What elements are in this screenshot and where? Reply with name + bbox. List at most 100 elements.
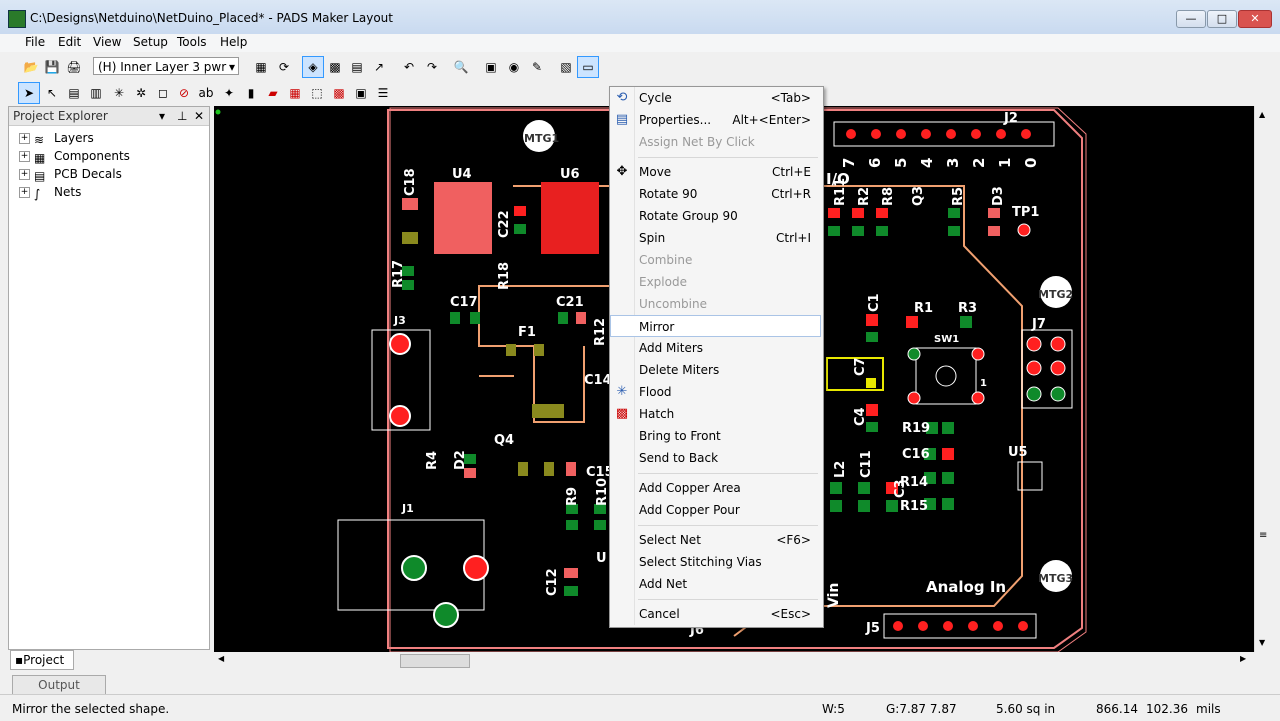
undo-icon[interactable]: ↶ xyxy=(398,56,420,78)
menu-mirror[interactable]: Mirror xyxy=(610,315,821,337)
expand-icon[interactable]: + xyxy=(19,133,30,144)
select-mode-icon[interactable]: ↖ xyxy=(41,82,63,104)
cam-icon[interactable]: ▧ xyxy=(555,56,577,78)
layers-setup-icon[interactable]: ▦ xyxy=(250,56,272,78)
menu-delete-miters[interactable]: Delete Miters xyxy=(610,359,821,381)
save-icon[interactable]: 💾 xyxy=(41,56,63,78)
sw1-pad-2 xyxy=(971,347,985,361)
flood-tool-icon[interactable]: ✳ xyxy=(108,82,130,104)
vertical-scrollbar[interactable]: ▲ ≡ ▼ xyxy=(1254,106,1271,652)
hatch-icon: ▩ xyxy=(615,406,629,421)
menu-combine[interactable]: Combine xyxy=(610,249,821,271)
menu-rotate-90[interactable]: Rotate 90 Ctrl+R xyxy=(610,183,821,205)
close-button[interactable]: ✕ xyxy=(1238,10,1272,28)
layer-select[interactable]: (H) Inner Layer 3 pwr ▾ xyxy=(93,57,239,75)
refresh-icon[interactable]: ⟳ xyxy=(273,56,295,78)
report-icon[interactable]: ▣ xyxy=(350,82,372,104)
minimize-button[interactable]: — xyxy=(1176,10,1206,28)
label-c7: C7 xyxy=(853,357,868,376)
menu-bring-to-front[interactable]: Bring to Front xyxy=(610,425,821,447)
menu-cancel[interactable]: Cancel <Esc> xyxy=(610,603,821,625)
context-menu: ⟲ Cycle <Tab> ▤ Properties... Alt+<Enter> As… xyxy=(609,86,824,628)
label-d3: D3 xyxy=(991,186,1006,206)
menu-assign-net-by-click[interactable]: Assign Net By Click xyxy=(610,131,821,153)
list-icon[interactable]: ☰ xyxy=(372,82,394,104)
menu-tools[interactable]: Tools xyxy=(177,35,207,49)
menu-view[interactable]: View xyxy=(93,35,121,49)
scroll-grip-icon[interactable]: ≡ xyxy=(1259,530,1267,541)
keepout-icon[interactable]: ✲ xyxy=(130,82,152,104)
output-window-tab[interactable]: Output Window xyxy=(12,675,106,710)
scroll-left-icon[interactable]: ◀ xyxy=(218,654,224,663)
drafting-icon[interactable]: ▤ xyxy=(346,56,368,78)
open-icon[interactable]: 📂 xyxy=(20,56,42,78)
menu-add-net[interactable]: Add Net xyxy=(610,573,821,595)
drc-icon[interactable]: ▩ xyxy=(328,82,350,104)
menu-add-copper-area[interactable]: Add Copper Area xyxy=(610,477,821,499)
copper-icon[interactable]: ▤ xyxy=(63,82,85,104)
menu-hatch[interactable]: ▩ Hatch xyxy=(610,403,821,425)
label-u: U xyxy=(596,551,607,566)
grid-icon[interactable]: ▩ xyxy=(324,56,346,78)
panel-menu-icon[interactable]: ▾ xyxy=(159,107,165,125)
menu-explode[interactable]: Explode xyxy=(610,271,821,293)
board-outline-icon[interactable]: ◻ xyxy=(152,82,174,104)
component-icon[interactable]: ▮ xyxy=(240,82,262,104)
expand-icon[interactable]: + xyxy=(19,151,30,162)
via-icon[interactable]: ▦ xyxy=(284,82,306,104)
no-entry-icon[interactable]: ⊘ xyxy=(173,82,195,104)
maximize-button[interactable]: □ xyxy=(1207,10,1237,28)
redo-icon[interactable]: ↷ xyxy=(421,56,443,78)
menu-select-net[interactable]: Select Net <F6> xyxy=(610,529,821,551)
scroll-down-icon[interactable]: ▼ xyxy=(1259,638,1265,647)
menu-send-to-back[interactable]: Send to Back xyxy=(610,447,821,469)
components-icon: ▦ xyxy=(34,150,46,165)
menu-label: Hatch xyxy=(639,407,675,421)
expand-icon[interactable]: + xyxy=(19,169,30,180)
tree-item-components[interactable]: + ▦ Components xyxy=(19,149,130,165)
menu-spin[interactable]: Spin Ctrl+I xyxy=(610,227,821,249)
scroll-thumb[interactable] xyxy=(400,654,470,668)
tree-item-nets[interactable]: + ∫ Nets xyxy=(19,185,81,201)
pin-icon[interactable]: ⊥ xyxy=(177,107,187,125)
redraw-icon[interactable]: ✎ xyxy=(526,56,548,78)
menu-help[interactable]: Help xyxy=(220,35,247,49)
menu-select-stitching-vias[interactable]: Select Stitching Vias xyxy=(610,551,821,573)
menu-properties[interactable]: ▤ Properties... Alt+<Enter> xyxy=(610,109,821,131)
menu-flood[interactable]: ✳ Flood xyxy=(610,381,821,403)
design-toolbar-icon[interactable]: ◈ xyxy=(302,56,324,78)
menu-uncombine[interactable]: Uncombine xyxy=(610,293,821,315)
print-icon[interactable]: 🖨 xyxy=(63,56,85,78)
text-icon[interactable]: ab xyxy=(195,82,217,104)
expand-icon[interactable]: + xyxy=(19,187,30,198)
menu-edit[interactable]: Edit xyxy=(58,35,81,49)
route-icon[interactable]: ↗ xyxy=(368,56,390,78)
select-arrow-icon[interactable]: ➤ xyxy=(18,82,40,104)
label-pin-7: 7 xyxy=(840,158,858,168)
trace-icon[interactable]: ▰ xyxy=(262,82,284,104)
label-sw1: SW1 xyxy=(934,334,959,345)
view-extents-icon[interactable]: ◉ xyxy=(503,56,525,78)
view-board-icon[interactable]: ▣ xyxy=(480,56,502,78)
menu-cycle[interactable]: ⟲ Cycle <Tab> xyxy=(610,87,821,109)
scroll-up-icon[interactable]: ▲ xyxy=(1259,110,1265,119)
tree-item-layers[interactable]: + ≋ Layers xyxy=(19,131,94,147)
move-tool-icon[interactable]: ⬚ xyxy=(306,82,328,104)
horizontal-scrollbar[interactable]: ◀ ▶ xyxy=(214,652,1254,668)
menu-rotate-group-90[interactable]: Rotate Group 90 xyxy=(610,205,821,227)
scroll-right-icon[interactable]: ▶ xyxy=(1240,654,1246,663)
tree-item-pcb-decals[interactable]: + ▤ PCB Decals xyxy=(19,167,122,183)
zoom-icon[interactable]: 🔍 xyxy=(450,56,472,78)
menu-file[interactable]: File xyxy=(25,35,45,49)
project-tab[interactable]: ▪Project xyxy=(10,650,74,670)
menu-add-miters[interactable]: Add Miters xyxy=(610,337,821,359)
pour-icon[interactable]: ▥ xyxy=(85,82,107,104)
window-toggle-icon[interactable]: ▭ xyxy=(577,56,599,78)
menu-add-copper-pour[interactable]: Add Copper Pour xyxy=(610,499,821,521)
menu-move[interactable]: ✥ Move Ctrl+E xyxy=(610,161,821,183)
panel-close-icon[interactable]: ✕ xyxy=(194,107,204,125)
status-message: Mirror the selected shape. xyxy=(12,702,170,716)
dimension-icon[interactable]: ✦ xyxy=(218,82,240,104)
menu-setup[interactable]: Setup xyxy=(133,35,168,49)
j7-pad-5 xyxy=(1026,386,1042,402)
